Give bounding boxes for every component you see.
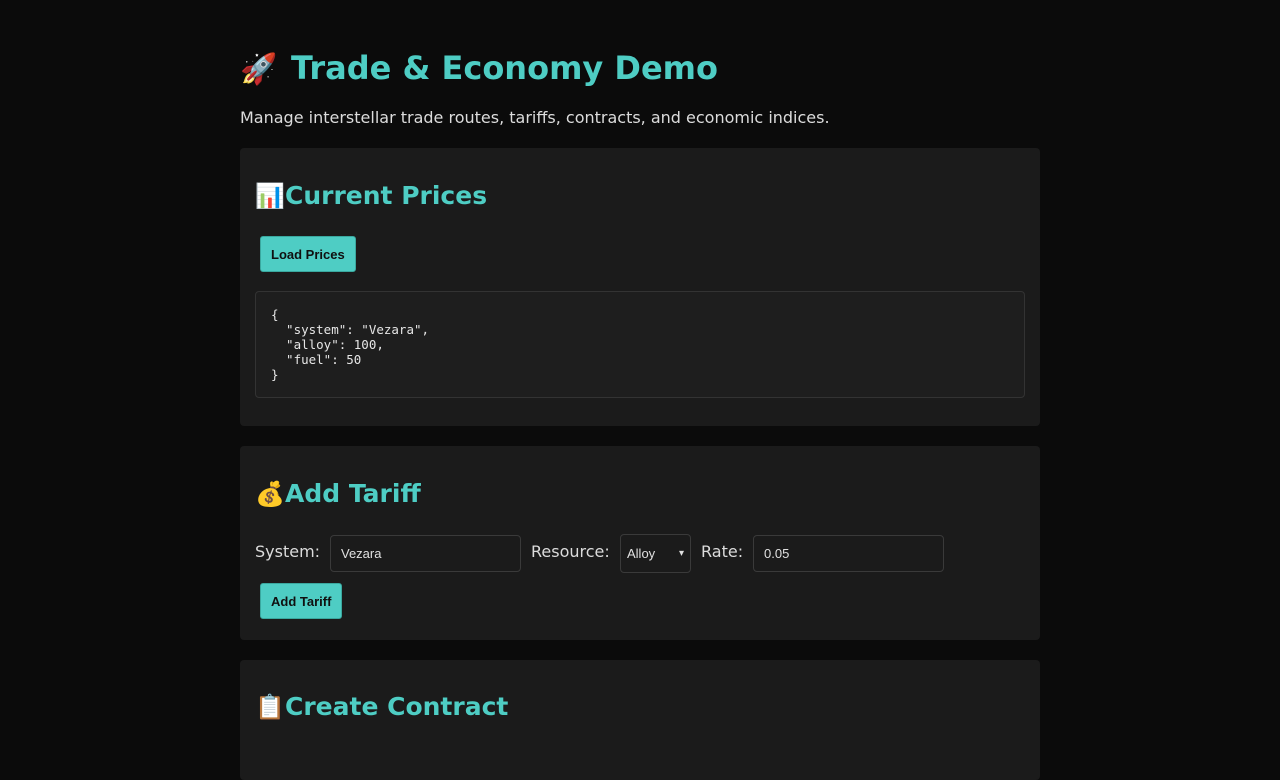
system-label: System: [255, 542, 321, 561]
rate-label: Rate: [701, 542, 744, 561]
resource-label: Resource: [531, 542, 610, 561]
system-input[interactable] [330, 535, 521, 572]
prices-heading: 📊Current Prices [255, 180, 487, 212]
tariff-card: 💰Add Tariff System: Resource: Alloy ▾ Ra… [240, 446, 1040, 640]
resource-select[interactable]: Alloy ▾ [620, 534, 691, 573]
contract-heading: 📋Create Contract [255, 691, 508, 723]
load-prices-button[interactable]: Load Prices [260, 236, 356, 272]
page-subtitle: Manage interstellar trade routes, tariff… [240, 108, 830, 127]
tariff-heading: 💰Add Tariff [255, 478, 421, 510]
page-title-text: Trade & Economy Demo [291, 49, 718, 87]
clipboard-icon: 📋 [255, 693, 285, 721]
tariff-title: Add Tariff [285, 479, 421, 508]
prices-output: { "system": "Vezara", "alloy": 100, "fue… [255, 291, 1025, 398]
page-title: 🚀 Trade & Economy Demo [240, 46, 718, 92]
money-bag-icon: 💰 [255, 480, 285, 508]
bar-chart-icon: 📊 [255, 182, 285, 210]
chevron-down-icon: ▾ [678, 548, 684, 559]
prices-card: 📊Current Prices Load Prices { "system": … [240, 148, 1040, 426]
add-tariff-button[interactable]: Add Tariff [260, 583, 343, 619]
resource-selected-value: Alloy [627, 546, 656, 561]
contract-title: Create Contract [285, 692, 509, 721]
rate-input[interactable] [753, 535, 944, 572]
rocket-icon: 🚀 [240, 52, 278, 87]
prices-title: Current Prices [285, 181, 488, 210]
contract-card: 📋Create Contract [240, 660, 1040, 780]
